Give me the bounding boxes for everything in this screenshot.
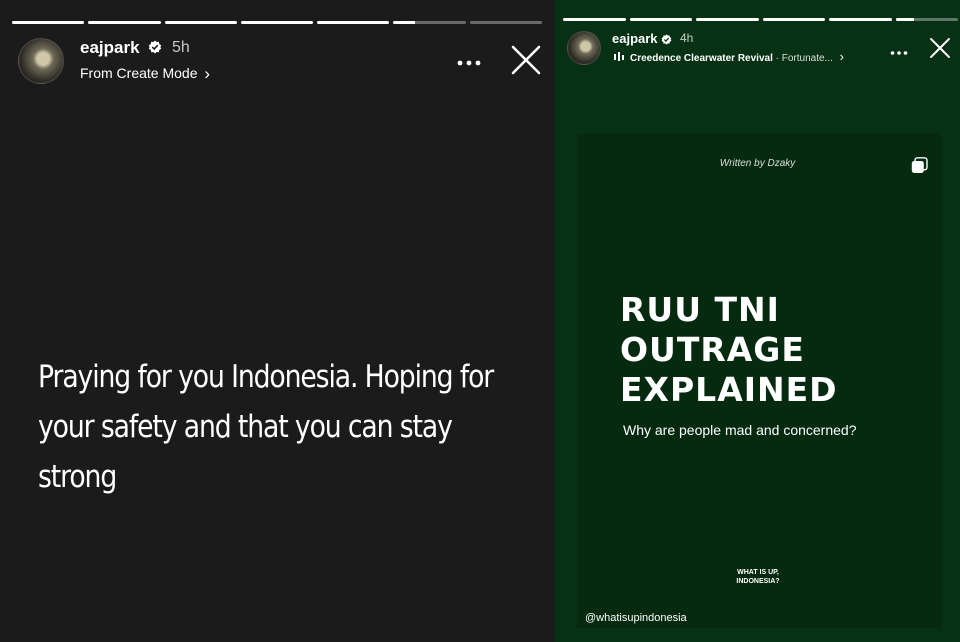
story-subheadline: Why are people mad and concerned? <box>623 422 857 438</box>
progress-segment <box>240 21 314 24</box>
create-mode-label: From Create Mode <box>80 65 198 81</box>
music-title: Fortunate... <box>781 53 833 64</box>
avatar[interactable] <box>567 31 601 65</box>
brand-line: INDONESIA? <box>736 578 780 585</box>
chevron-right-icon: › <box>839 49 845 64</box>
avatar[interactable] <box>18 38 64 84</box>
progress-segment-fill <box>393 21 416 24</box>
more-options-icon[interactable] <box>457 54 481 72</box>
story-headline: RUU TNI OUTRAGE EXPLAINED <box>620 290 920 410</box>
progress-segment-fill <box>240 21 314 24</box>
progress-segment-fill <box>88 21 161 24</box>
verified-badge-icon <box>661 32 672 50</box>
progress-segment <box>829 18 892 21</box>
progress-segment <box>393 21 466 24</box>
progress-segment <box>762 18 825 21</box>
story-progress-bar <box>12 21 542 24</box>
progress-segment-fill <box>563 18 626 21</box>
progress-segment-fill <box>629 18 692 21</box>
progress-segment <box>629 18 692 21</box>
username[interactable]: eajpark <box>612 31 658 46</box>
progress-segment-fill <box>12 21 85 24</box>
music-separator: · <box>772 53 782 64</box>
story-time: 5h <box>172 39 190 56</box>
story-panel-left: eajpark 5h From Create Mode › Praying fo… <box>0 0 555 642</box>
progress-segment <box>88 21 161 24</box>
headline-line: EXPLAINED <box>620 370 838 409</box>
progress-segment-fill <box>317 21 390 24</box>
music-bars-icon <box>614 52 625 64</box>
story-time: 4h <box>680 31 694 45</box>
progress-segment <box>12 21 85 24</box>
story-text: Praying for you Indonesia. Hoping for yo… <box>38 359 494 495</box>
progress-segment-fill <box>696 18 759 21</box>
music-artist: Creedence Clearwater Revival <box>630 53 773 64</box>
written-by: Written by Dzaky <box>719 158 796 169</box>
progress-segment <box>317 21 390 24</box>
verified-badge-icon <box>148 40 162 59</box>
multi-page-icon <box>911 157 928 179</box>
progress-segment <box>895 18 958 21</box>
progress-segment <box>469 21 542 24</box>
close-icon[interactable] <box>929 37 951 64</box>
headline-line: RUU TNI <box>620 290 780 329</box>
close-icon[interactable] <box>511 45 541 80</box>
username[interactable]: eajpark <box>80 38 140 58</box>
progress-segment-fill <box>829 18 892 21</box>
music-link[interactable]: Creedence Clearwater Revival · Fortunate… <box>614 49 844 64</box>
headline-line: OUTRAGE <box>620 330 805 369</box>
progress-segment-fill <box>895 18 915 21</box>
brand-line: WHAT IS UP, <box>737 569 779 576</box>
story-progress-bar <box>563 18 958 21</box>
progress-segment-fill <box>164 21 237 24</box>
progress-segment <box>563 18 626 21</box>
brand-logo-text: WHAT IS UP, INDONESIA? <box>726 568 790 586</box>
progress-segment <box>696 18 759 21</box>
chevron-right-icon: › <box>204 64 211 83</box>
more-options-icon[interactable] <box>890 43 908 61</box>
create-mode-link[interactable]: From Create Mode › <box>80 63 210 83</box>
progress-segment-fill <box>762 18 825 21</box>
progress-segment <box>164 21 237 24</box>
account-handle[interactable]: @whatisupindonesia <box>585 612 687 624</box>
